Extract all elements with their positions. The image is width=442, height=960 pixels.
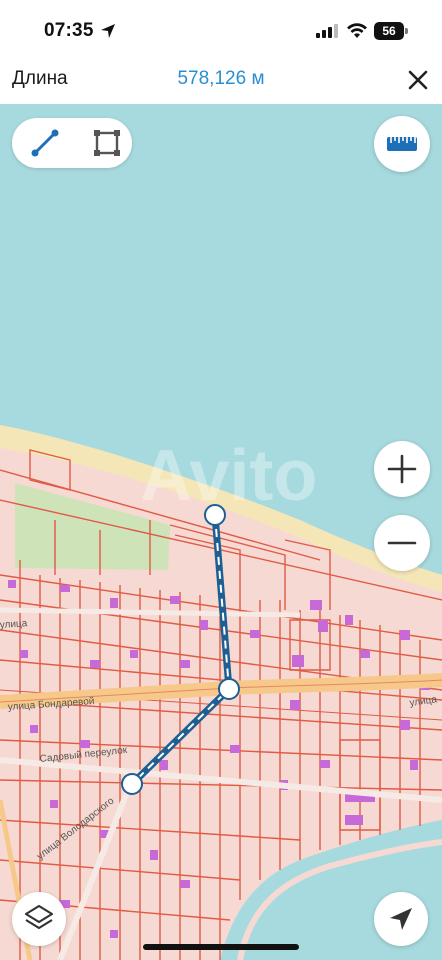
status-time: 07:35 — [44, 20, 94, 41]
close-icon[interactable] — [404, 64, 432, 94]
measure-point[interactable] — [204, 504, 226, 526]
wifi-icon — [347, 23, 367, 38]
signal-icon — [316, 24, 338, 38]
ruler-button[interactable] — [374, 116, 430, 172]
location-arrow-icon — [101, 24, 115, 38]
zoom-in-button[interactable] — [374, 441, 430, 497]
zoom-out-button[interactable] — [374, 515, 430, 571]
locate-arrow-icon — [390, 908, 412, 930]
plus-icon — [387, 454, 417, 484]
avito-watermark: Avito — [140, 436, 317, 516]
line-measure-icon[interactable] — [30, 128, 60, 158]
measure-point[interactable] — [121, 773, 143, 795]
measure-header: Длина 578,126 м — [0, 58, 442, 104]
layers-button[interactable] — [12, 892, 66, 946]
measure-point[interactable] — [218, 678, 240, 700]
home-indicator — [143, 944, 299, 950]
locate-button[interactable] — [374, 892, 428, 946]
measure-mode-toggle — [12, 118, 132, 168]
minus-icon — [387, 541, 417, 545]
layers-icon — [24, 904, 54, 930]
measure-value: 578,126 м — [177, 68, 265, 89]
street-label: улица — [0, 618, 28, 631]
ruler-icon — [387, 137, 417, 151]
status-bar: 07:35 56 — [0, 0, 442, 58]
area-measure-icon[interactable] — [92, 128, 122, 158]
battery-icon: 56 — [374, 22, 408, 40]
